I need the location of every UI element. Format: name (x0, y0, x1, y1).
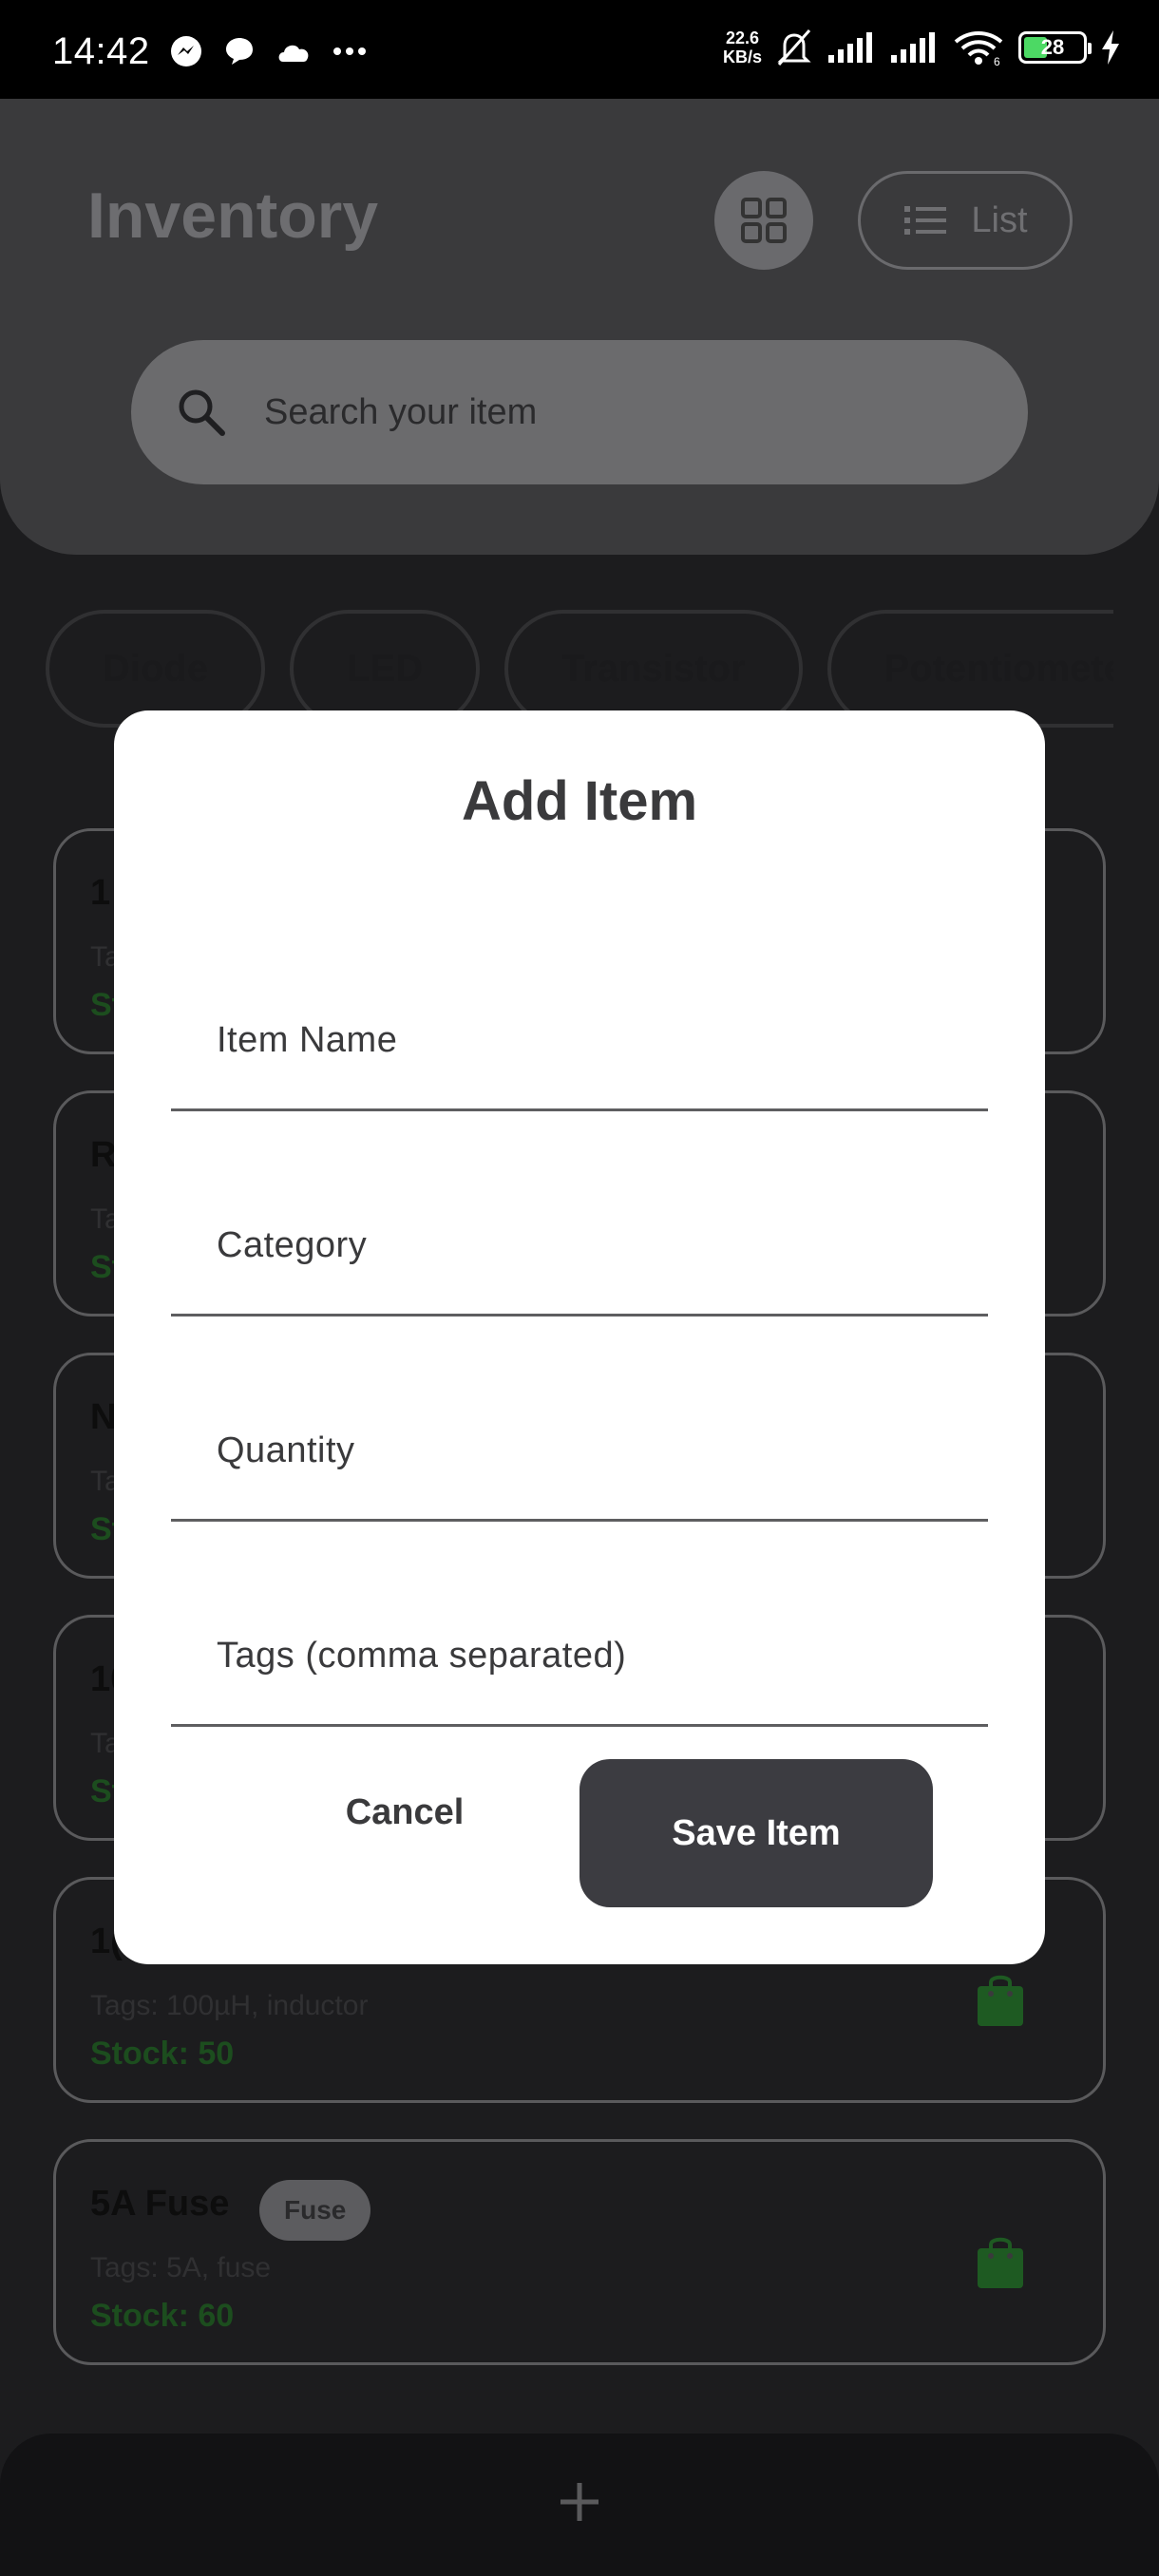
item-tags: Tags: 5A, fuse (90, 2252, 272, 2283)
signal-icon (891, 32, 935, 63)
list-item[interactable]: 5A Fuse Fuse Tags: 5A, fuse Stock: 60 (53, 2139, 1106, 2365)
grid-view-button[interactable] (714, 171, 813, 270)
item-stock: Stock: 60 (90, 2298, 235, 2334)
list-view-button[interactable]: List (858, 171, 1073, 270)
item-tags: Tags: 100µH, inductor (90, 1990, 369, 2021)
app-header: Inventory List Search your item (0, 99, 1159, 555)
item-name: R (90, 1135, 117, 1175)
messenger-icon (171, 36, 201, 66)
plus-icon[interactable] (557, 2479, 602, 2525)
search-icon (179, 389, 225, 436)
quantity-field[interactable]: Quantity (171, 1408, 988, 1522)
cancel-button[interactable]: Cancel (291, 1759, 519, 1866)
item-name: 1 (90, 873, 111, 913)
item-name-field[interactable]: Item Name (171, 997, 988, 1111)
shopping-bag-icon[interactable] (976, 1971, 1025, 2028)
svg-text:6: 6 (994, 55, 1000, 66)
search-input[interactable]: Search your item (131, 340, 1028, 484)
list-icon (904, 206, 947, 235)
shopping-bag-icon[interactable] (976, 2233, 1025, 2290)
save-item-button[interactable]: Save Item (580, 1759, 933, 1907)
category-field[interactable]: Category (171, 1203, 988, 1316)
charging-icon (1102, 30, 1119, 65)
tags-field-label: Tags (comma separated) (217, 1636, 627, 1676)
bottom-bar (0, 2434, 1159, 2576)
wifi-icon: 6 (954, 31, 1003, 66)
item-name: 5A Fuse (90, 2184, 230, 2224)
bell-off-icon (777, 29, 811, 66)
tags-field[interactable]: Tags (comma separated) (171, 1613, 988, 1727)
dialog-title: Add Item (461, 770, 698, 832)
status-time: 14:42 (52, 30, 150, 72)
quantity-field-label: Quantity (217, 1430, 355, 1470)
item-stock: Stock: 50 (90, 2036, 235, 2072)
add-item-dialog: Add Item Tags (comma separated) Quantity… (114, 710, 1045, 1964)
more-icon (333, 47, 366, 55)
grid-icon (741, 198, 787, 243)
category-field-label: Category (217, 1225, 368, 1265)
search-placeholder: Search your item (264, 391, 538, 432)
cloud-icon (278, 45, 309, 62)
battery-icon: 28 (1018, 31, 1092, 64)
item-name-field-label: Item Name (217, 1020, 398, 1060)
category-badge: Fuse (259, 2180, 371, 2241)
network-speed: 22.6 KB/s (722, 28, 762, 66)
status-bar: 14:42 22.6 KB/s 6 28 (0, 0, 1159, 99)
chat-icon (226, 38, 253, 65)
list-button-label: List (971, 199, 1028, 240)
item-name: N (90, 1397, 117, 1437)
page-title: Inventory (87, 180, 379, 252)
signal-icon (828, 32, 872, 63)
